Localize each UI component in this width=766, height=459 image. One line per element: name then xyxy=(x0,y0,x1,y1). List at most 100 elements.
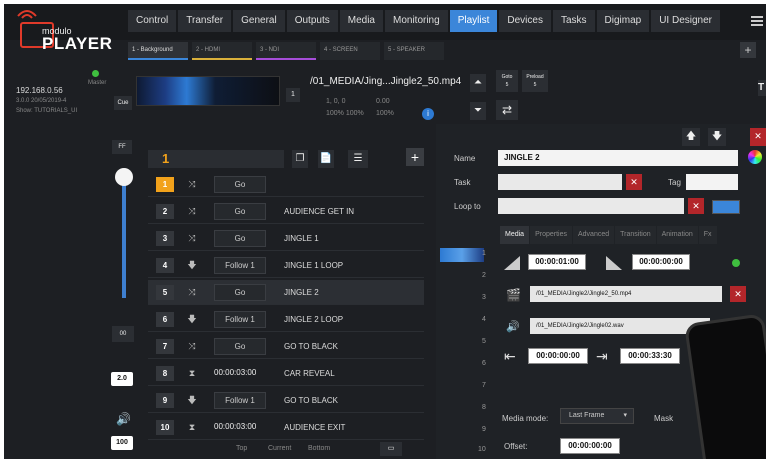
row-number: 1 xyxy=(156,177,174,192)
tab-fx[interactable]: Fx xyxy=(698,226,717,244)
tab-media[interactable]: Media xyxy=(500,226,530,244)
row-mode[interactable]: Follow 1 xyxy=(214,311,266,328)
gutter-number: 2 xyxy=(482,272,486,279)
nav-monitoring[interactable]: Monitoring xyxy=(384,10,448,32)
tab-transition[interactable]: Transition xyxy=(615,226,656,244)
row-mode[interactable]: Follow 1 xyxy=(214,257,266,274)
clear-task-icon[interactable]: ✕ xyxy=(626,174,642,190)
hamburger-menu-icon[interactable] xyxy=(750,14,764,28)
table-row[interactable]: 5 ⤨ Go JINGLE 2 xyxy=(148,280,424,305)
info-icon[interactable]: i xyxy=(422,108,434,120)
nav-outputs[interactable]: Outputs xyxy=(286,10,338,32)
delete-icon[interactable]: ✕ xyxy=(750,128,766,146)
row-mode[interactable]: 00:00:03:00 xyxy=(214,365,276,382)
task-input[interactable] xyxy=(498,174,622,190)
task-label: Task xyxy=(454,178,471,187)
in-point-time[interactable]: 00:00:00:00 xyxy=(528,348,588,364)
color-wheel-icon[interactable] xyxy=(748,150,762,164)
row-mode[interactable]: Go xyxy=(214,203,266,220)
nav-devices[interactable]: Devices xyxy=(499,10,551,32)
main-nav: Control Transfer General Outputs Media M… xyxy=(128,10,722,32)
nav-digimap[interactable]: Digimap xyxy=(596,10,650,32)
shuffle-icon: ⤨ xyxy=(188,341,196,351)
add-cue-button[interactable]: + xyxy=(406,148,424,166)
row-mode[interactable]: Go xyxy=(214,230,266,247)
tab-advanced[interactable]: Advanced xyxy=(572,226,615,244)
table-row[interactable]: 6 🡇 Follow 1 JINGLE 2 LOOP xyxy=(148,307,424,332)
table-row[interactable]: 8 ⧗ 00:00:03:00 CAR REVEAL xyxy=(148,361,424,386)
audio-path-field[interactable]: /01_MEDIA/Jingle2/Jingle02.wav xyxy=(530,318,710,334)
move-to-bottom-icon[interactable]: ⏷ xyxy=(470,102,486,120)
playlist-tab-ndi[interactable]: 3 - NDI xyxy=(256,42,316,60)
playlist-tab-speaker[interactable]: 5 - SPEAKER xyxy=(384,42,444,60)
row-number: 4 xyxy=(156,258,174,273)
playlist-tab-hdmi[interactable]: 2 - HDMI xyxy=(192,42,252,60)
in-point-icon: ⇤ xyxy=(504,348,516,364)
add-playlist-button[interactable]: + xyxy=(740,42,756,58)
go-current-link[interactable]: Current xyxy=(268,445,291,452)
nav-general[interactable]: General xyxy=(233,10,285,32)
table-row[interactable]: 7 ⤨ Go GO TO BLACK xyxy=(148,334,424,359)
playlist-tab-screen[interactable]: 4 - SCREEN xyxy=(320,42,380,60)
nav-control[interactable]: Control xyxy=(128,10,177,32)
speed-slider-knob[interactable] xyxy=(115,168,133,186)
move-up-icon[interactable]: 🡅 xyxy=(682,128,700,146)
fade-out-time[interactable]: 00:00:00:00 xyxy=(632,254,690,270)
go-top-link[interactable]: Top xyxy=(236,445,247,452)
fade-out-icon xyxy=(606,256,622,270)
reset-zero-button[interactable]: 00 xyxy=(112,326,134,342)
table-row[interactable]: 4 🡇 Follow 1 JINGLE 1 LOOP xyxy=(148,253,424,278)
loop-to-input[interactable] xyxy=(498,198,684,214)
current-cue-field[interactable]: 1 xyxy=(148,150,284,168)
swap-icon[interactable]: ⇄ xyxy=(496,100,518,120)
tab-properties[interactable]: Properties xyxy=(530,226,572,244)
paste-icon[interactable]: 📄 xyxy=(318,150,334,168)
loop-toggle[interactable] xyxy=(712,200,740,214)
media-mode-select[interactable]: Last Frame ▾ xyxy=(560,408,634,424)
row-name: JINGLE 1 LOOP xyxy=(284,261,344,270)
offset-time[interactable]: 00:00:00:00 xyxy=(560,438,620,454)
tab-animation[interactable]: Animation xyxy=(656,226,698,244)
row-mode[interactable]: Go xyxy=(214,176,266,193)
copy-icon[interactable]: ❐ xyxy=(292,150,308,168)
nav-media[interactable]: Media xyxy=(339,10,383,32)
nav-playlist[interactable]: Playlist xyxy=(449,10,498,32)
row-mode[interactable]: Follow 1 xyxy=(214,392,266,409)
nav-transfer[interactable]: Transfer xyxy=(178,10,232,32)
screen-icon[interactable]: ▭ xyxy=(380,442,402,456)
toggle-text-icon[interactable]: T xyxy=(758,80,766,96)
video-path-field[interactable]: /01_MEDIA/Jingle2/Jingle2_50.mp4 xyxy=(530,286,722,302)
move-to-top-icon[interactable]: ⏶ xyxy=(470,74,486,92)
table-row[interactable]: 2 ⤨ Go AUDIENCE GET IN xyxy=(148,199,424,224)
speed-value[interactable]: 2.0 xyxy=(111,372,133,386)
cue-button[interactable]: Cue xyxy=(114,96,132,110)
row-mode[interactable]: Go xyxy=(214,284,266,301)
speed-slider-track[interactable] xyxy=(122,176,126,298)
row-mode[interactable]: 00:00:03:00 xyxy=(214,419,276,436)
fade-in-time[interactable]: 00:00:01:00 xyxy=(528,254,586,270)
table-row[interactable]: 9 🡇 Follow 1 GO TO BLACK xyxy=(148,388,424,413)
ff-button[interactable]: FF xyxy=(112,140,132,154)
nav-tasks[interactable]: Tasks xyxy=(552,10,595,32)
move-down-icon[interactable]: 🡇 xyxy=(708,128,726,146)
goto-button[interactable]: Goto 5 xyxy=(496,70,518,92)
out-point-time[interactable]: 00:00:33:30 xyxy=(620,348,680,364)
row-number: 9 xyxy=(156,393,174,408)
row-mode[interactable]: Go xyxy=(214,338,266,355)
preload-button[interactable]: Preload 5 xyxy=(522,70,548,92)
clear-loop-icon[interactable]: ✕ xyxy=(688,198,704,214)
playlist-tab-background[interactable]: 1 - Background xyxy=(128,42,188,60)
gutter-number: 1 xyxy=(482,250,486,257)
go-bottom-link[interactable]: Bottom xyxy=(308,445,330,452)
server-ip: 192.168.0.56 xyxy=(16,86,63,95)
name-input[interactable]: JINGLE 2 xyxy=(498,150,738,166)
tag-input[interactable] xyxy=(686,174,738,190)
media-thumbnail-strip[interactable] xyxy=(136,76,280,106)
volume-value[interactable]: 100 xyxy=(111,436,133,450)
clear-video-icon[interactable]: ✕ xyxy=(730,286,746,302)
nav-ui-designer[interactable]: UI Designer xyxy=(651,10,721,32)
table-row[interactable]: 3 ⤨ Go JINGLE 1 xyxy=(148,226,424,251)
list-view-icon[interactable]: ☰ xyxy=(348,150,368,168)
table-row[interactable]: 1 ⤨ Go xyxy=(148,172,424,197)
table-row[interactable]: 10 ⧗ 00:00:03:00 AUDIENCE EXIT xyxy=(148,415,424,440)
